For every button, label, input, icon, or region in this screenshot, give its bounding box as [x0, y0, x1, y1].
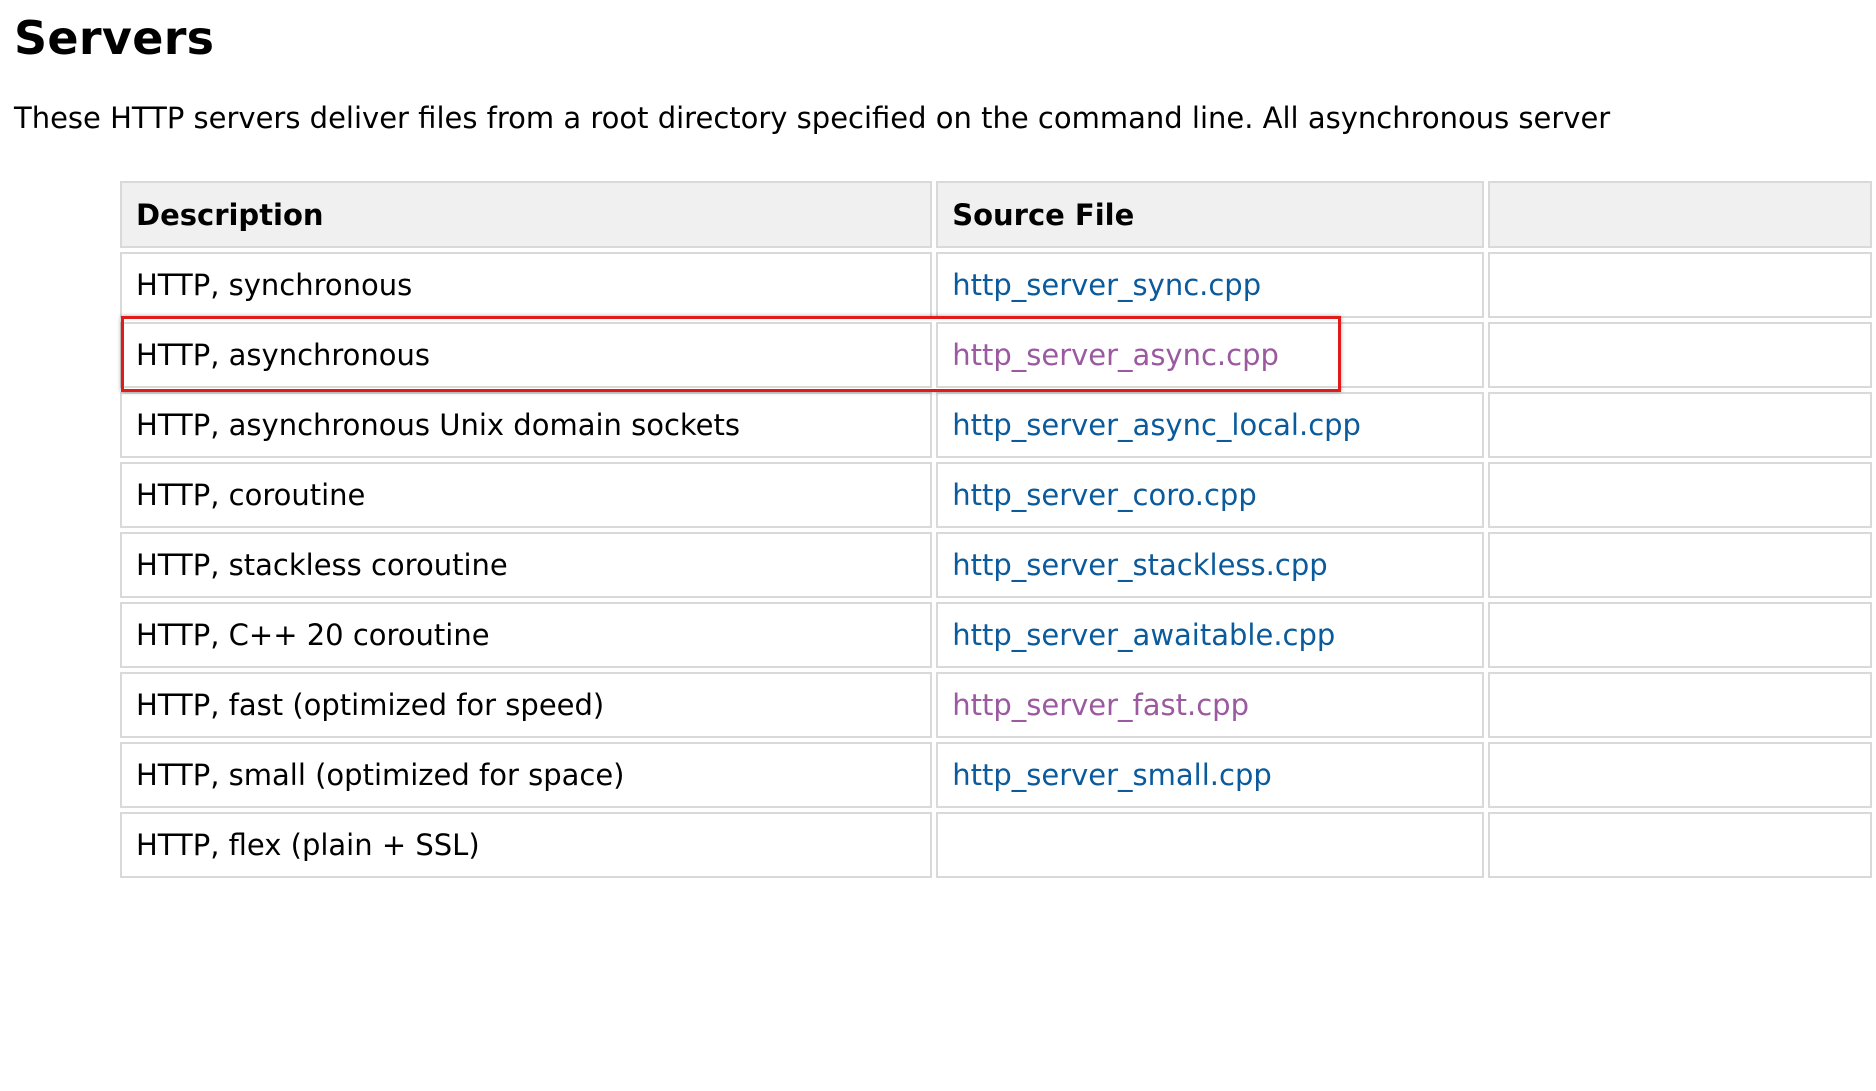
- row-description: HTTP, asynchronous: [120, 322, 933, 388]
- row-description: HTTP, asynchronous Unix domain sockets: [120, 392, 933, 458]
- row-cutoff-cell: [1487, 602, 1872, 668]
- row-cutoff-cell: [1487, 742, 1872, 808]
- row-cutoff-cell: [1487, 392, 1872, 458]
- row-cutoff-cell: [1487, 322, 1872, 388]
- row-source-cell: [936, 812, 1484, 878]
- header-cutoff-column: [1487, 181, 1872, 248]
- table-body: HTTP, synchronous http_server_sync.cpp H…: [120, 252, 1872, 878]
- row-cutoff-cell: [1487, 812, 1872, 878]
- servers-table-container: Description Source File HTTP, synchronou…: [116, 177, 1876, 882]
- source-file-link[interactable]: http_server_stackless.cpp: [952, 548, 1327, 582]
- row-description: HTTP, stackless coroutine: [120, 532, 933, 598]
- row-source-cell: http_server_small.cpp: [936, 742, 1484, 808]
- row-source-cell: http_server_sync.cpp: [936, 252, 1484, 318]
- table-row: HTTP, synchronous http_server_sync.cpp: [120, 252, 1872, 318]
- table-row: HTTP, stackless coroutine http_server_st…: [120, 532, 1872, 598]
- servers-table: Description Source File HTTP, synchronou…: [116, 177, 1876, 882]
- row-source-cell: http_server_stackless.cpp: [936, 532, 1484, 598]
- source-file-link[interactable]: http_server_async.cpp: [952, 338, 1279, 372]
- row-source-cell: http_server_coro.cpp: [936, 462, 1484, 528]
- table-row: HTTP, coroutine http_server_coro.cpp: [120, 462, 1872, 528]
- source-file-link[interactable]: http_server_fast.cpp: [952, 688, 1249, 722]
- table-row: HTTP, C++ 20 coroutine http_server_await…: [120, 602, 1872, 668]
- table-row: HTTP, small (optimized for space) http_s…: [120, 742, 1872, 808]
- row-description: HTTP, coroutine: [120, 462, 933, 528]
- intro-paragraph: These HTTP servers deliver files from a …: [14, 101, 1611, 135]
- row-description: HTTP, flex (plain + SSL): [120, 812, 933, 878]
- table-header-row: Description Source File: [120, 181, 1872, 248]
- header-source-file: Source File: [936, 181, 1484, 248]
- row-source-cell: http_server_async_local.cpp: [936, 392, 1484, 458]
- table-row: HTTP, asynchronous Unix domain sockets h…: [120, 392, 1872, 458]
- row-cutoff-cell: [1487, 672, 1872, 738]
- source-file-link[interactable]: http_server_async_local.cpp: [952, 408, 1361, 442]
- row-description: HTTP, C++ 20 coroutine: [120, 602, 933, 668]
- row-source-cell: http_server_awaitable.cpp: [936, 602, 1484, 668]
- row-cutoff-cell: [1487, 532, 1872, 598]
- row-source-cell: http_server_fast.cpp: [936, 672, 1484, 738]
- table-row: HTTP, flex (plain + SSL): [120, 812, 1872, 878]
- table-row: HTTP, asynchronous http_server_async.cpp: [120, 322, 1872, 388]
- row-description: HTTP, fast (optimized for speed): [120, 672, 933, 738]
- source-file-link[interactable]: http_server_awaitable.cpp: [952, 618, 1335, 652]
- table-row: HTTP, fast (optimized for speed) http_se…: [120, 672, 1872, 738]
- header-description: Description: [120, 181, 933, 248]
- row-cutoff-cell: [1487, 462, 1872, 528]
- source-file-link[interactable]: http_server_coro.cpp: [952, 478, 1257, 512]
- row-description: HTTP, synchronous: [120, 252, 933, 318]
- page-title: Servers: [14, 11, 215, 65]
- source-file-link[interactable]: http_server_small.cpp: [952, 758, 1272, 792]
- row-cutoff-cell: [1487, 252, 1872, 318]
- row-description: HTTP, small (optimized for space): [120, 742, 933, 808]
- source-file-link[interactable]: http_server_sync.cpp: [952, 268, 1261, 302]
- row-source-cell: http_server_async.cpp: [936, 322, 1484, 388]
